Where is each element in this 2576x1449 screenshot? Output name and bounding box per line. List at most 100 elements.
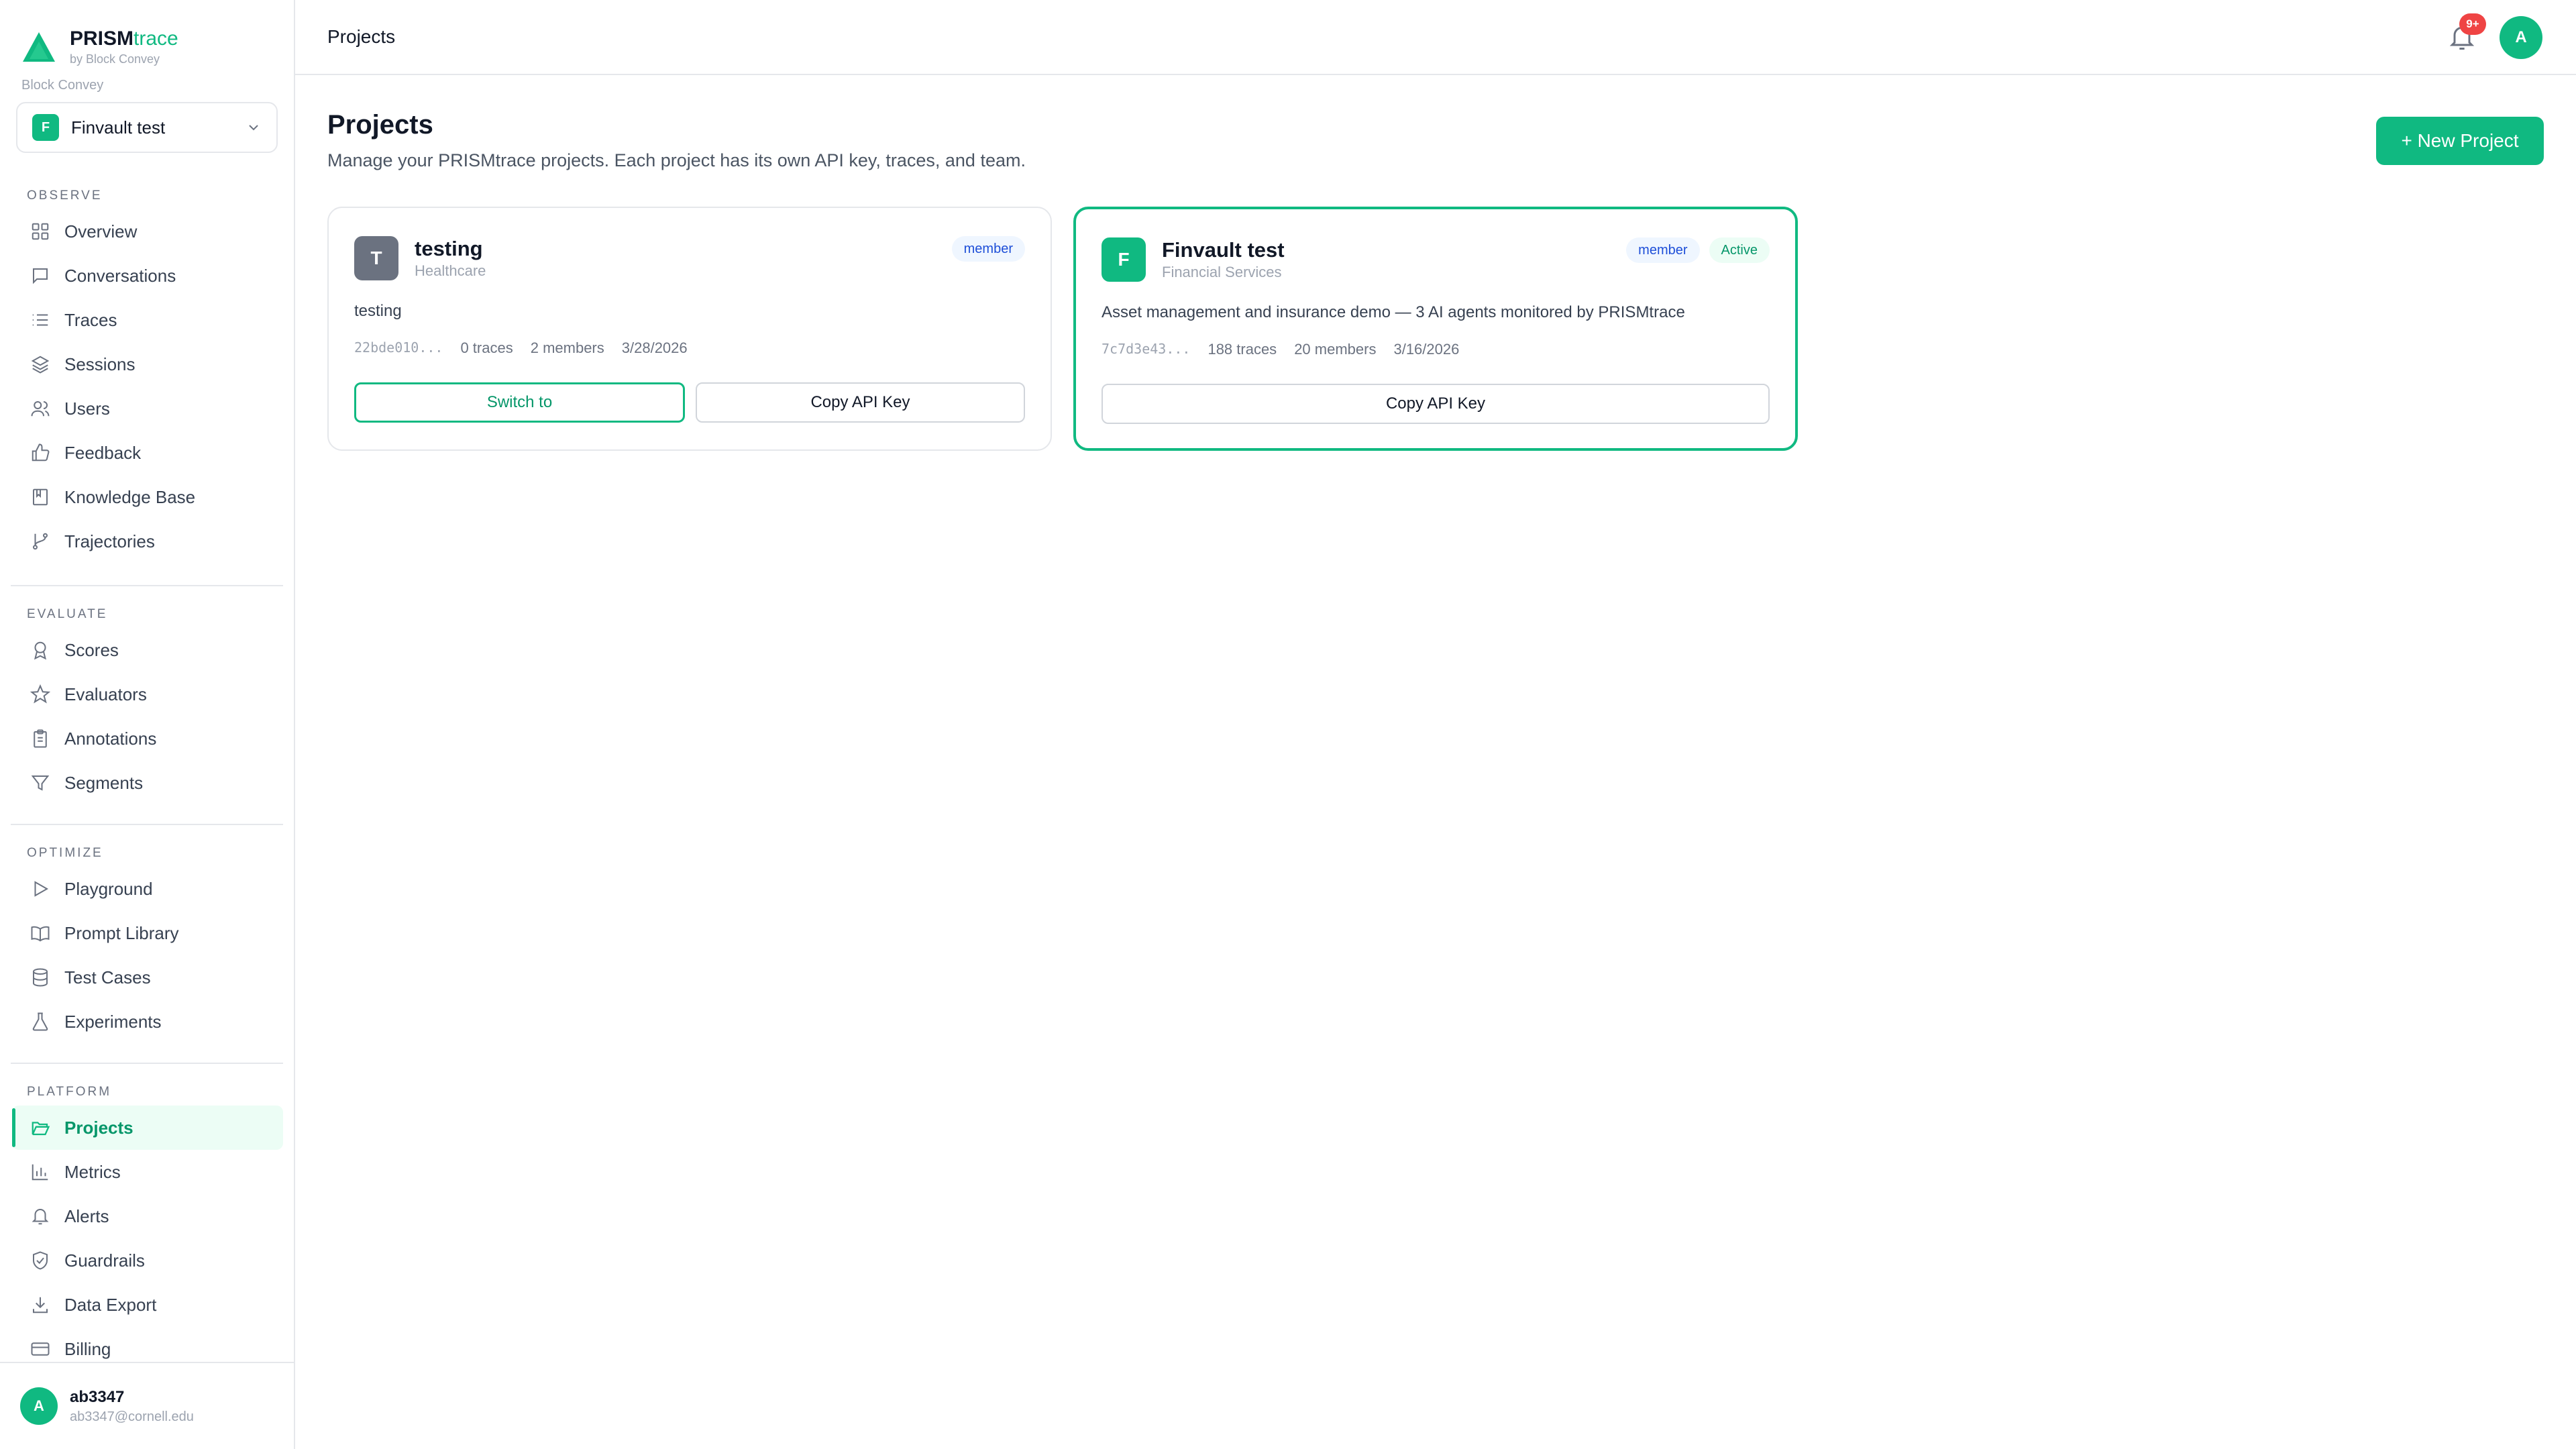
role-badge: member <box>951 236 1025 262</box>
nav-item-knowledge-base[interactable]: Knowledge Base <box>12 475 283 519</box>
git-branch-icon <box>30 531 51 552</box>
user-profile[interactable]: A ab3347 ab3347@cornell.edu <box>0 1362 295 1449</box>
thumbs-up-icon <box>30 442 51 464</box>
project-badges: member Active <box>1617 237 1770 263</box>
project-meta: 22bde010... 0 traces 2 members 3/28/2026 <box>354 339 705 357</box>
list-icon <box>30 309 51 331</box>
project-description: Asset management and insurance demo — 3 … <box>1102 303 1685 321</box>
new-project-button[interactable]: + New Project <box>2376 117 2544 165</box>
flask-icon <box>30 1011 51 1032</box>
nav-item-alerts[interactable]: Alerts <box>12 1194 283 1238</box>
project-name: testing <box>415 237 483 260</box>
nav-label: Scores <box>64 639 119 660</box>
project-avatar: F <box>1102 237 1146 282</box>
nav-item-metrics[interactable]: Metrics <box>12 1150 283 1194</box>
copy-api-key-button[interactable]: Copy API Key <box>1102 384 1770 424</box>
nav-label: Traces <box>64 309 117 330</box>
project-card: T testing Healthcare member testing 22bd… <box>327 207 1052 451</box>
nav-label: Metrics <box>64 1161 121 1182</box>
nav-label: Alerts <box>64 1205 109 1226</box>
nav-label: Billing <box>64 1338 111 1359</box>
nav-item-scores[interactable]: Scores <box>12 628 283 672</box>
nav-item-prompt-library[interactable]: Prompt Library <box>12 911 283 955</box>
star-icon <box>30 684 51 705</box>
project-selector[interactable]: F Finvault test <box>16 102 278 153</box>
nav-label: Prompt Library <box>64 922 179 943</box>
nav-item-feedback[interactable]: Feedback <box>12 431 283 475</box>
project-traces: 188 traces <box>1208 341 1277 358</box>
nav-item-guardrails[interactable]: Guardrails <box>12 1238 283 1283</box>
play-icon <box>30 878 51 900</box>
nav-label: Guardrails <box>64 1250 145 1271</box>
nav-label: Annotations <box>64 728 157 749</box>
nav-item-playground[interactable]: Playground <box>12 867 283 911</box>
nav-divider <box>11 824 283 825</box>
topbar-title: Projects <box>327 26 396 47</box>
status-badge: Active <box>1709 237 1770 263</box>
avatar: A <box>20 1387 58 1425</box>
credit-card-icon <box>30 1338 51 1360</box>
project-badges: member <box>943 236 1025 262</box>
filter-icon <box>30 772 51 794</box>
nav-label: Overview <box>64 221 138 241</box>
nav-item-data-export[interactable]: Data Export <box>12 1283 283 1327</box>
project-industry: Healthcare <box>415 262 486 279</box>
nav-label: Evaluators <box>64 684 147 704</box>
nav-heading-optimize: OPTIMIZE <box>27 846 103 860</box>
nav-item-trajectories[interactable]: Trajectories <box>12 519 283 564</box>
project-card-header: F Finvault test Financial Services <box>1102 237 1285 282</box>
project-card-active: F Finvault test Financial Services membe… <box>1073 207 1798 451</box>
nav-item-traces[interactable]: Traces <box>12 298 283 342</box>
nav-item-overview[interactable]: Overview <box>12 209 283 254</box>
download-icon <box>30 1294 51 1316</box>
database-icon <box>30 967 51 988</box>
layers-icon <box>30 354 51 375</box>
page-title: Projects <box>327 110 433 140</box>
project-members: 2 members <box>530 339 604 356</box>
nav-label: Knowledge Base <box>64 486 196 507</box>
nav-item-experiments[interactable]: Experiments <box>12 1000 283 1044</box>
nav-label: Segments <box>64 772 144 793</box>
project-members: 20 members <box>1294 341 1377 358</box>
project-traces: 0 traces <box>460 339 513 356</box>
project-key: 22bde010... <box>354 339 443 356</box>
brand[interactable]: PRISMtrace by Block Convey <box>21 25 178 66</box>
project-card-header: T testing Healthcare <box>354 236 486 280</box>
project-actions: Copy API Key <box>1102 384 1770 424</box>
nav-item-projects[interactable]: Projects <box>12 1106 283 1150</box>
role-badge: member <box>1626 237 1700 263</box>
nav-item-annotations[interactable]: Annotations <box>12 716 283 761</box>
nav-item-conversations[interactable]: Conversations <box>12 254 283 298</box>
book-icon <box>30 486 51 508</box>
chevron-down-icon <box>249 125 258 131</box>
project-date: 3/16/2026 <box>1393 341 1460 358</box>
nav-item-test-cases[interactable]: Test Cases <box>12 955 283 1000</box>
shield-check-icon <box>30 1250 51 1271</box>
nav-label: Feedback <box>64 442 142 463</box>
switch-to-button[interactable]: Switch to <box>354 382 685 423</box>
nav-section-optimize: OPTIMIZE Playground Prompt Library Test … <box>0 840 295 1044</box>
nav-section-platform: PLATFORM Projects Metrics Alerts Guardra… <box>0 1079 295 1371</box>
nav-label: Sessions <box>64 354 136 374</box>
project-avatar: T <box>354 236 398 280</box>
org-label: Block Convey <box>21 78 104 93</box>
nav-item-segments[interactable]: Segments <box>12 761 283 805</box>
clipboard-icon <box>30 728 51 749</box>
project-name: Finvault test <box>1162 238 1285 262</box>
nav-label: Trajectories <box>64 531 155 551</box>
users-icon <box>30 398 51 419</box>
avatar[interactable]: A <box>2500 16 2542 59</box>
nav-label: Playground <box>64 878 153 899</box>
folder-open-icon <box>30 1117 51 1138</box>
nav-heading-evaluate: EVALUATE <box>27 607 108 621</box>
nav-label: Test Cases <box>64 967 151 987</box>
nav-item-sessions[interactable]: Sessions <box>12 342 283 386</box>
project-industry: Financial Services <box>1162 264 1282 280</box>
copy-api-key-button[interactable]: Copy API Key <box>696 382 1025 423</box>
nav-label: Users <box>64 398 110 419</box>
nav-item-evaluators[interactable]: Evaluators <box>12 672 283 716</box>
bell-icon <box>30 1205 51 1227</box>
project-meta: 7c7d3e43... 188 traces 20 members 3/16/2… <box>1102 341 1477 358</box>
project-selector-avatar: F <box>32 114 59 141</box>
nav-item-users[interactable]: Users <box>12 386 283 431</box>
